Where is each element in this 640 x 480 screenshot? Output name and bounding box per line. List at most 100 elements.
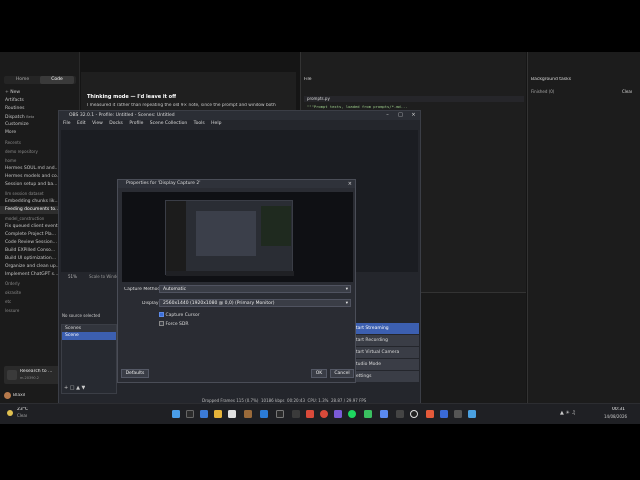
app-icon[interactable] <box>364 410 372 418</box>
chevron-down-icon: ▾ <box>345 301 348 306</box>
capture-method-select[interactable]: Automatic ▾ <box>159 285 351 293</box>
tab-code[interactable]: Code <box>40 76 74 84</box>
window-controls: – □ × <box>381 111 420 120</box>
scenes-dock: Scenes Scene + □ ▲ ▼ <box>61 324 117 394</box>
app-icon[interactable] <box>468 410 476 418</box>
thumb-sidebar <box>166 201 186 276</box>
display-select[interactable]: 2560x1440 (1920x1080 @ 0,0) (Primary Mon… <box>159 299 351 307</box>
menu-tools[interactable]: Tools <box>194 120 205 128</box>
start-virtual-camera-button[interactable]: Start Virtual Camera <box>349 347 419 358</box>
app-icon[interactable] <box>306 410 314 418</box>
response-text: I measured it rather than repeating the … <box>87 103 276 108</box>
capture-method-label: Capture Method <box>124 287 161 292</box>
beta-badge: Beta <box>26 115 35 119</box>
vscode-icon[interactable] <box>260 410 268 418</box>
menu-file[interactable]: File <box>63 120 71 128</box>
tab-home[interactable]: Home <box>6 76 39 84</box>
taskbar: 23°C Clear ▲ ☀ ♫ 00:31 14/08/2026 <box>0 403 640 424</box>
menu-edit[interactable]: Edit <box>77 120 86 128</box>
obs-icon[interactable] <box>410 410 418 418</box>
start-recording-button[interactable]: Start Recording <box>349 335 419 346</box>
capture-cursor-checkbox[interactable]: Capture Cursor <box>159 312 200 318</box>
display-value: 2560x1440 (1920x1080 @ 0,0) (Primary Mon… <box>163 301 275 306</box>
no-source-label: No source selected <box>62 313 101 318</box>
thumb-code <box>261 206 291 246</box>
checkbox-unchecked[interactable] <box>159 321 164 326</box>
obs-title: OBS 32.0.1 - Profile: Untitled - Scenes:… <box>69 113 175 118</box>
capture-method-value: Automatic <box>163 287 187 292</box>
obs-title-bar: OBS 32.0.1 - Profile: Untitled - Scenes:… <box>59 111 420 120</box>
app-icon[interactable] <box>228 410 236 418</box>
cancel-button[interactable]: Cancel <box>330 369 354 378</box>
settings-button[interactable]: Settings <box>349 371 419 382</box>
nav-new[interactable]: + New <box>0 89 80 97</box>
maximize-icon[interactable]: □ <box>394 111 407 120</box>
capture-cursor-label: Capture Cursor <box>165 313 200 318</box>
file-tab[interactable]: prompts.py <box>304 96 524 102</box>
add-scene-button[interactable]: + □ ▲ ▼ <box>64 385 85 391</box>
close-icon[interactable]: × <box>348 180 352 188</box>
app-icon[interactable] <box>292 410 300 418</box>
scene-item[interactable]: Scene <box>62 332 116 340</box>
clock-time[interactable]: 00:31 <box>612 407 625 412</box>
thumb-window <box>196 211 256 256</box>
weather-desc: Clear <box>17 413 28 418</box>
spotify-icon[interactable] <box>348 410 356 418</box>
file-name: prompts.py <box>307 96 330 101</box>
tray-icons[interactable]: ▲ ☀ ♫ <box>560 410 576 416</box>
capture-preview <box>122 192 353 282</box>
menu-help[interactable]: Help <box>211 120 221 128</box>
start-streaming-button[interactable]: Start Streaming <box>349 323 419 334</box>
menu-scene-collection[interactable]: Scene Collection <box>150 120 187 128</box>
task-view-icon[interactable] <box>200 410 208 418</box>
clock-date[interactable]: 14/08/2026 <box>604 414 627 419</box>
weather-icon <box>4 407 16 419</box>
file-pane-title: File <box>304 77 312 82</box>
menu-docks[interactable]: Docks <box>109 120 123 128</box>
response-heading: Thinking mode — I'd leave it off <box>87 94 177 100</box>
studio-mode-button[interactable]: Studio Mode <box>349 359 419 370</box>
weather-temp[interactable]: 23°C <box>17 407 28 412</box>
menu-view[interactable]: View <box>92 120 103 128</box>
bg-tasks-title: Background tasks <box>531 77 572 82</box>
display-label: Display <box>142 301 159 306</box>
app-icon[interactable] <box>320 410 328 418</box>
controls-dock: Start Streaming Start Recording Start Vi… <box>349 323 419 395</box>
app-icon[interactable] <box>380 410 388 418</box>
thumb-taskbar <box>166 271 294 276</box>
properties-dialog: Properties for 'Display Capture 2' × Cap… <box>117 179 356 383</box>
dialog-title: Properties for 'Display Capture 2' <box>126 181 201 186</box>
desktop: Home Code + New Artifacts Routines Dispa… <box>0 52 640 424</box>
nav-artifacts[interactable]: Artifacts <box>0 97 80 105</box>
avatar <box>4 392 11 399</box>
ok-button[interactable]: OK <box>311 369 327 378</box>
mode-switch: Home Code <box>4 76 76 84</box>
close-icon[interactable]: × <box>407 111 420 120</box>
user-name: Blaxil <box>13 393 26 398</box>
app-icon[interactable] <box>454 410 462 418</box>
defaults-button[interactable]: Defaults <box>121 369 149 378</box>
captured-screen-thumbnail <box>165 200 294 276</box>
scenes-header: Scenes <box>62 325 116 332</box>
app-icon[interactable] <box>334 410 342 418</box>
chevron-down-icon: ▾ <box>345 287 348 292</box>
start-icon[interactable] <box>172 410 180 418</box>
document-icon <box>7 370 17 380</box>
bg-tasks-filter[interactable]: Finished (0) <box>531 89 554 94</box>
force-sdr-label: Force SDR <box>165 322 189 327</box>
checkbox-checked[interactable] <box>159 312 164 317</box>
dialog-title-bar: Properties for 'Display Capture 2' × <box>118 180 355 188</box>
menu-profile[interactable]: Profile <box>129 120 143 128</box>
app-icon[interactable] <box>426 410 434 418</box>
file-explorer-icon[interactable] <box>214 410 222 418</box>
app-icon[interactable] <box>440 410 448 418</box>
app-icon[interactable] <box>396 410 404 418</box>
terminal-icon[interactable] <box>276 410 284 418</box>
force-sdr-checkbox[interactable]: Force SDR <box>159 321 189 327</box>
clear-button[interactable]: Clear <box>622 89 632 94</box>
search-icon[interactable] <box>186 410 194 418</box>
minimize-icon[interactable]: – <box>381 111 394 120</box>
app-icon[interactable] <box>244 410 252 418</box>
background-tasks-panel: Background tasks Finished (0) Clear <box>527 52 640 424</box>
zoom-level[interactable]: 51% <box>68 274 77 279</box>
